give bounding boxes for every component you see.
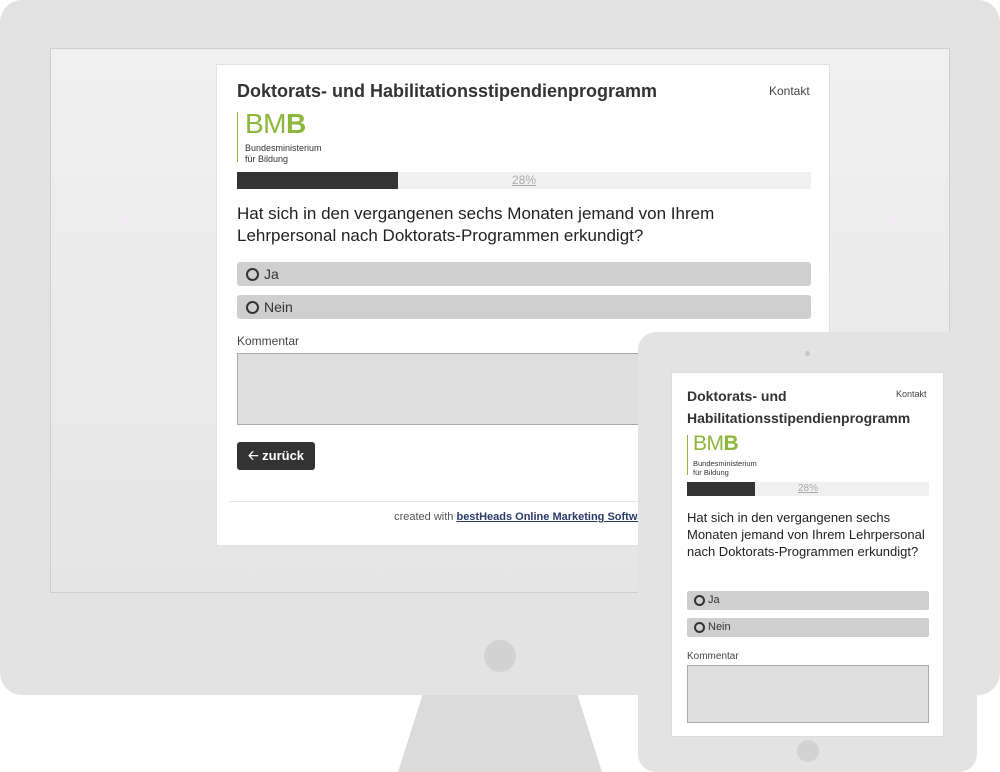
page-title: Doktorats- und Habilitationsstipendienpr… [237, 81, 658, 101]
logo-letters: BMB [693, 432, 739, 455]
tablet-comment-label: Kommentar [687, 651, 739, 662]
tablet-screen: Doktorats- und Habilitationsstipendienpr… [671, 372, 944, 737]
tablet-device: Doktorats- und Habilitationsstipendienpr… [638, 332, 977, 772]
option-label: Nein [708, 621, 731, 633]
comment-label: Kommentar [237, 334, 300, 348]
logo-letters: BMB [245, 108, 306, 139]
footer-link[interactable]: bestHeads Online Marketing Software [456, 511, 653, 523]
logo-subtitle: Bundesministerium für Bildung [693, 459, 757, 477]
monitor-stand [398, 695, 602, 772]
tablet-comment-textarea[interactable] [687, 665, 929, 723]
back-button-label: zurück [262, 448, 305, 463]
contact-link[interactable]: Kontakt [769, 84, 810, 98]
logo-subtitle: Bundesministerium für Bildung [245, 143, 322, 164]
radio-icon[interactable] [694, 622, 705, 633]
radio-icon[interactable] [246, 268, 259, 281]
option-ja[interactable]: Ja [237, 262, 811, 286]
radio-icon[interactable] [694, 595, 705, 606]
logo-bar [237, 112, 238, 162]
tablet-option-nein[interactable]: Nein [687, 618, 929, 637]
tablet-contact-link[interactable]: Kontakt [896, 389, 927, 399]
tablet-progress-bar: 28% [687, 482, 929, 496]
option-label: Nein [264, 299, 293, 315]
radio-icon[interactable] [246, 301, 259, 314]
progress-label: 28% [511, 173, 537, 187]
progress-bar: 28% [237, 172, 811, 189]
option-label: Ja [264, 266, 279, 282]
logo-bar [687, 435, 688, 475]
progress-label: 28% [797, 483, 818, 494]
tablet-question-text: Hat sich in den vergangenen sechs Monate… [687, 510, 925, 559]
option-label: Ja [708, 594, 720, 606]
back-button[interactable]: 🡠 zurück [237, 442, 315, 470]
footer-prefix: created with [394, 511, 454, 523]
tablet-home-button [797, 740, 819, 762]
tablet-option-ja[interactable]: Ja [687, 591, 929, 610]
bmb-logo: BMB Bundesministerium für Bildung [237, 108, 357, 164]
option-nein[interactable]: Nein [237, 295, 811, 319]
monitor-power-button [484, 640, 516, 672]
question-text: Hat sich in den vergangenen sechs Monate… [237, 204, 715, 245]
tablet-page-title: Doktorats- und Habilitationsstipendienpr… [687, 388, 911, 426]
tablet-bmb-logo: BMB Bundesministerium für Bildung [687, 432, 777, 477]
arrow-left-icon: 🡠 [247, 448, 259, 463]
tablet-camera [805, 351, 810, 356]
